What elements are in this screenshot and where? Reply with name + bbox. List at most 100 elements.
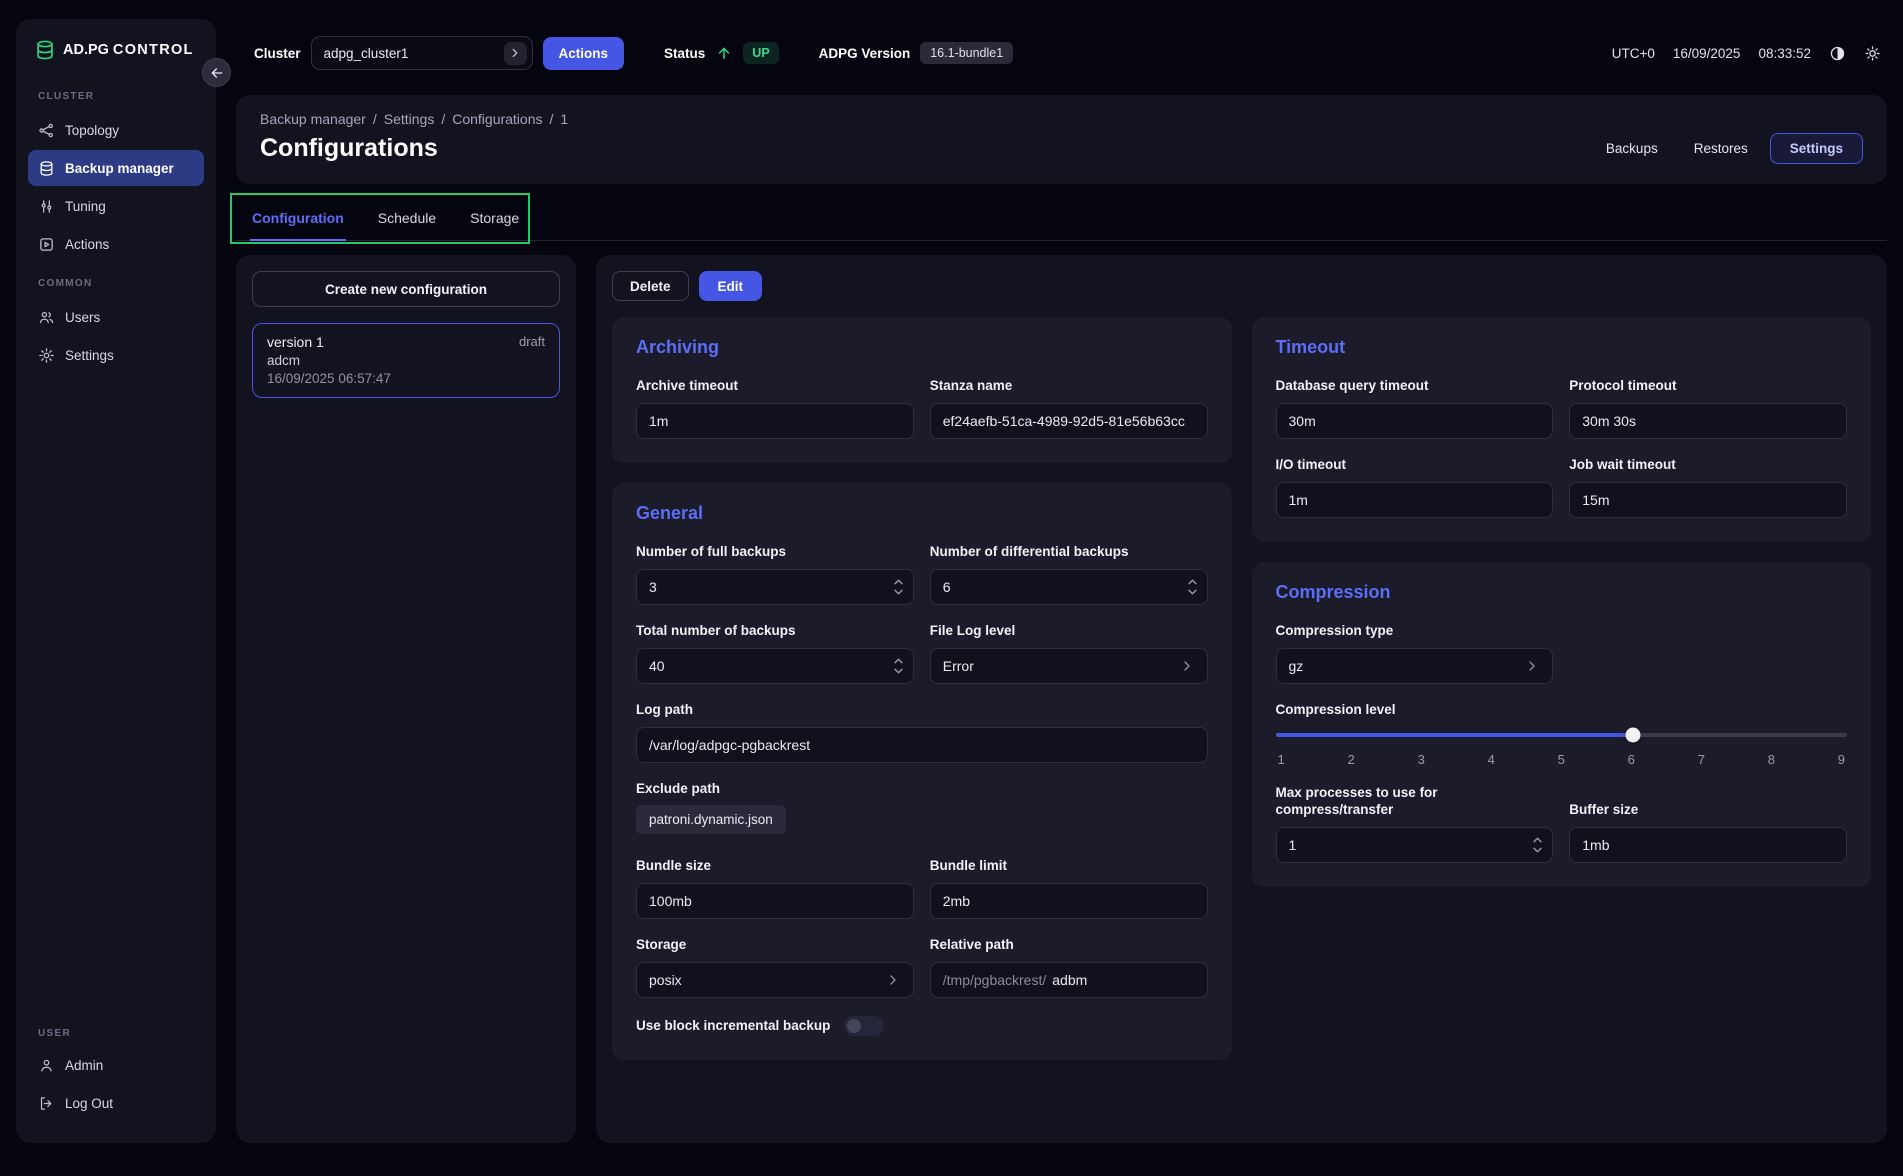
compression-type-select[interactable]: gz: [1276, 648, 1554, 684]
archive-timeout-input[interactable]: [636, 403, 914, 439]
logo-name: AD.PG: [63, 42, 109, 58]
chevron-down-icon[interactable]: [893, 667, 904, 674]
tabs-bar: Configuration Schedule Storage: [236, 200, 1887, 241]
collapse-sidebar-button[interactable]: [202, 58, 231, 87]
stanza-name-field: Stanza name: [930, 378, 1208, 439]
chevron-right-icon: [1179, 658, 1195, 674]
compression-level-knob[interactable]: [1625, 727, 1640, 742]
slider-tick: 7: [1698, 752, 1705, 767]
sidebar-item-label: Tuning: [65, 199, 106, 214]
gear-icon: [38, 347, 55, 364]
compression-level-slider[interactable]: [1276, 727, 1848, 743]
total-backups-field: Total number of backups 40: [636, 623, 914, 684]
sidebar-item-label: Admin: [65, 1058, 103, 1073]
job-wait-timeout-input[interactable]: [1569, 482, 1847, 518]
sidebar-item-backup-manager[interactable]: Backup manager: [28, 150, 204, 186]
path-value: adbm: [1052, 972, 1087, 988]
nav-section-cluster-label: CLUSTER: [38, 91, 194, 102]
detail-actions: Delete Edit: [612, 271, 1871, 301]
bundle-size-input[interactable]: [636, 883, 914, 919]
stepper-chevrons: [893, 578, 904, 595]
stepper-value: 3: [649, 579, 657, 595]
chevron-down-icon[interactable]: [1532, 846, 1543, 853]
diff-backups-stepper[interactable]: 6: [930, 569, 1208, 605]
bundle-limit-field: Bundle limit: [930, 858, 1208, 919]
sidebar-item-admin[interactable]: Admin: [28, 1047, 204, 1083]
backups-button[interactable]: Backups: [1592, 133, 1672, 164]
config-version: version 1: [267, 334, 324, 350]
chevron-up-icon[interactable]: [1187, 578, 1198, 585]
io-timeout-field: I/O timeout: [1276, 457, 1554, 518]
create-configuration-button[interactable]: Create new configuration: [252, 271, 560, 307]
tab-storage[interactable]: Storage: [468, 200, 521, 240]
config-author: adcm: [267, 353, 545, 368]
cluster-nav: Topology Backup manager Tuning Actions: [28, 110, 204, 264]
log-path-label: Log path: [636, 702, 1208, 719]
archive-timeout-field: Archive timeout: [636, 378, 914, 439]
compression-card-title: Compression: [1276, 582, 1848, 603]
protocol-timeout-input[interactable]: [1569, 403, 1847, 439]
protocol-timeout-field: Protocol timeout: [1569, 378, 1847, 439]
db-query-timeout-field: Database query timeout: [1276, 378, 1554, 439]
theme-contrast-icon[interactable]: [1829, 45, 1846, 62]
brightness-sun-icon[interactable]: [1864, 45, 1881, 62]
cluster-actions-button[interactable]: Actions: [543, 37, 625, 70]
common-nav: Users Settings: [28, 297, 204, 375]
exclude-path-label: Exclude path: [636, 781, 1208, 798]
relative-path-input[interactable]: /tmp/pgbackrest/ adbm: [930, 962, 1208, 998]
io-timeout-label: I/O timeout: [1276, 457, 1554, 474]
restores-button[interactable]: Restores: [1680, 133, 1762, 164]
full-backups-stepper[interactable]: 3: [636, 569, 914, 605]
chevron-down-icon[interactable]: [893, 588, 904, 595]
app-logo: AD.PGCONTROL: [28, 37, 204, 77]
breadcrumb-separator: /: [550, 111, 554, 127]
config-datetime: 16/09/2025 06:57:47: [267, 371, 545, 386]
chevron-up-icon[interactable]: [893, 578, 904, 585]
toggle-knob: [847, 1019, 861, 1033]
settings-button[interactable]: Settings: [1770, 133, 1863, 164]
sidebar-item-actions[interactable]: Actions: [28, 226, 204, 262]
max-processes-stepper[interactable]: 1: [1276, 827, 1554, 863]
cards-grid: Archiving Archive timeout Stanza name: [612, 317, 1871, 1060]
log-path-input[interactable]: [636, 727, 1208, 763]
logo-product: CONTROL: [113, 42, 194, 58]
edit-button[interactable]: Edit: [699, 271, 763, 301]
cluster-select[interactable]: adpg_cluster1: [311, 36, 533, 70]
app-root: AD.PGCONTROL CLUSTER Topology Backup man…: [0, 0, 1903, 1176]
breadcrumb-item-settings[interactable]: Settings: [384, 111, 435, 127]
sidebar-item-topology[interactable]: Topology: [28, 112, 204, 148]
tab-schedule[interactable]: Schedule: [376, 200, 438, 240]
configuration-list-item[interactable]: version 1 draft adcm 16/09/2025 06:57:47: [252, 323, 560, 398]
trending-up-icon: [715, 44, 733, 62]
chevron-up-icon[interactable]: [893, 657, 904, 664]
sidebar-item-users[interactable]: Users: [28, 299, 204, 335]
block-incremental-toggle[interactable]: [844, 1016, 884, 1036]
total-backups-stepper[interactable]: 40: [636, 648, 914, 684]
stanza-name-input[interactable]: [930, 403, 1208, 439]
storage-select[interactable]: posix: [636, 962, 914, 998]
status-badge: UP: [743, 42, 778, 64]
sidebar-item-label: Backup manager: [65, 161, 174, 176]
buffer-size-input[interactable]: [1569, 827, 1847, 863]
chevron-down-icon[interactable]: [1187, 588, 1198, 595]
select-value: posix: [649, 972, 682, 988]
breadcrumb-item-backup-manager[interactable]: Backup manager: [260, 111, 366, 127]
bundle-limit-input[interactable]: [930, 883, 1208, 919]
file-log-level-select[interactable]: Error: [930, 648, 1208, 684]
io-timeout-input[interactable]: [1276, 482, 1554, 518]
sidebar-item-settings[interactable]: Settings: [28, 337, 204, 373]
sidebar-item-tuning[interactable]: Tuning: [28, 188, 204, 224]
slider-ticks: 1 2 3 4 5 6 7 8 9: [1276, 752, 1848, 767]
chevron-up-icon[interactable]: [1532, 836, 1543, 843]
sidebar-item-log-out[interactable]: Log Out: [28, 1085, 204, 1121]
breadcrumb-item-configurations[interactable]: Configurations: [452, 111, 542, 127]
users-icon: [38, 309, 55, 326]
slider-tick: 2: [1348, 752, 1355, 767]
db-query-timeout-input[interactable]: [1276, 403, 1554, 439]
topbar: Cluster adpg_cluster1 Actions Status UP …: [236, 19, 1887, 83]
configurations-list-panel: Create new configuration version 1 draft…: [236, 255, 576, 1143]
path-prefix: /tmp/pgbackrest/: [943, 972, 1047, 988]
tab-configuration[interactable]: Configuration: [250, 200, 346, 241]
delete-button[interactable]: Delete: [612, 271, 689, 301]
version-badge: 16.1-bundle1: [920, 42, 1013, 64]
